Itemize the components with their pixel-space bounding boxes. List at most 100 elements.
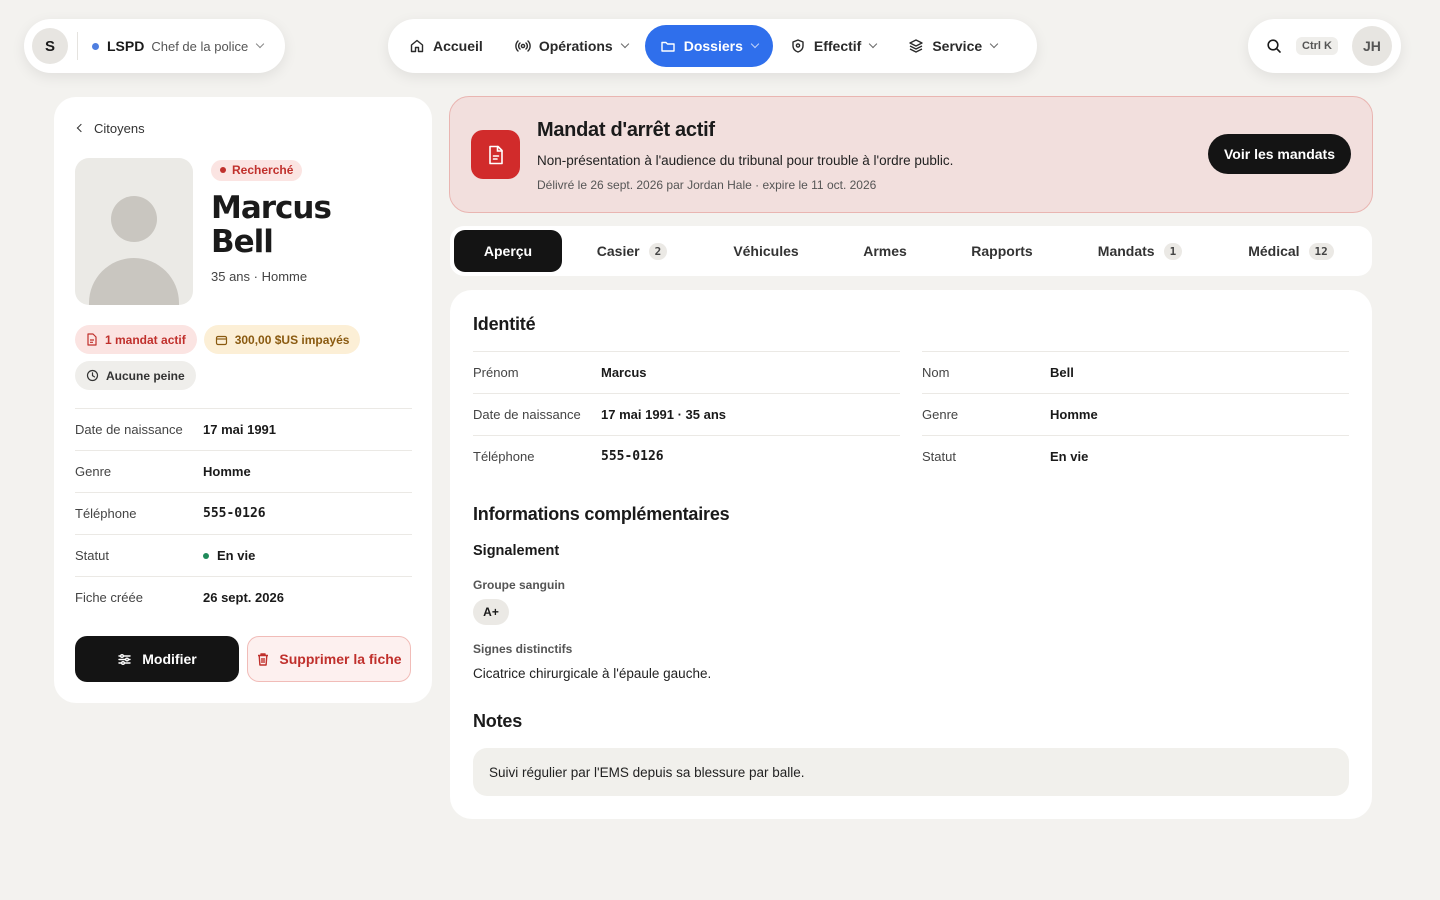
citizen-photo-placeholder — [75, 158, 193, 305]
tab-label: Mandats — [1097, 243, 1155, 259]
org-switcher[interactable]: S LSPD Chef de la police — [24, 19, 285, 73]
edit-button[interactable]: Modifier — [75, 636, 239, 682]
delete-record-button[interactable]: Supprimer la fiche — [247, 636, 411, 682]
silhouette-head — [111, 196, 157, 242]
divider — [77, 32, 78, 60]
warrant-document-icon — [471, 130, 520, 179]
citizen-tags: 1 mandat actif 300,00 $US impayés Aucune… — [75, 325, 415, 390]
identity-column-right: Nom Bell Genre Homme Statut En vie — [922, 351, 1349, 477]
identity-value: Homme — [1050, 407, 1098, 422]
tab-vehicules[interactable]: Véhicules — [702, 230, 830, 272]
org-name: LSPD — [107, 38, 145, 54]
fines-tag-label: 300,00 $US impayés — [234, 332, 350, 347]
fact-value: 555-0126 — [203, 506, 266, 521]
org-avatar: S — [32, 28, 68, 64]
fact-label: Téléphone — [75, 506, 137, 521]
tab-count: 2 — [648, 242, 668, 260]
clock-icon — [86, 369, 99, 382]
fact-value: 17 mai 1991 — [203, 422, 277, 437]
fact-value: 26 sept. 2026 — [203, 590, 284, 605]
nav-service[interactable]: Service — [893, 25, 1012, 67]
record-tabs: Aperçu Casier 2 Véhicules Armes Rapports… — [450, 226, 1372, 276]
identity-label: Date de naissance — [473, 407, 581, 422]
nav-service-label: Service — [932, 38, 983, 54]
identity-value: Bell — [1050, 365, 1074, 380]
identity-label: Statut — [922, 449, 956, 464]
identity-value: Marcus — [601, 365, 647, 380]
distinctive-marks-label: Signes distinctifs — [473, 642, 573, 656]
tab-casier[interactable]: Casier 2 — [562, 230, 702, 272]
warrant-tag[interactable]: 1 mandat actif — [75, 325, 197, 354]
alert-meta: Délivré le 26 sept. 2026 par Jordan Hale… — [537, 178, 877, 192]
nav-dossiers-label: Dossiers — [683, 38, 743, 54]
nav-operations[interactable]: Opérations — [500, 25, 643, 67]
status-badge: Recherché — [211, 160, 303, 181]
tab-medical[interactable]: Médical 12 — [1216, 230, 1366, 272]
nav-dossiers[interactable]: Dossiers — [644, 25, 773, 67]
tab-armes[interactable]: Armes — [830, 230, 940, 272]
fact-row: Genre Homme — [75, 450, 412, 492]
notes-title: Notes — [473, 711, 523, 731]
view-warrants-button[interactable]: Voir les mandats — [1207, 134, 1351, 174]
org-role: Chef de la police — [151, 38, 249, 54]
user-avatar[interactable]: JH — [1351, 26, 1392, 66]
sentence-tag: Aucune peine — [75, 361, 196, 390]
fines-tag[interactable]: 300,00 $US impayés — [203, 325, 361, 354]
identity-value: 17 mai 1991 · 35 ans — [601, 407, 727, 422]
fact-value: Homme — [203, 464, 251, 479]
tab-label: Casier — [596, 243, 640, 259]
citizen-facts: Date de naissance 17 mai 1991 Genre Homm… — [75, 408, 412, 618]
nav-accueil[interactable]: Accueil — [394, 25, 498, 67]
status-dot — [220, 167, 226, 173]
alert-title: Mandat d'arrêt actif — [537, 119, 715, 141]
tab-apercu[interactable]: Aperçu — [454, 230, 562, 272]
toolbar: Ctrl K JH — [1248, 19, 1401, 73]
silhouette-body — [89, 258, 179, 305]
identity-grid: Prénom Marcus Date de naissance 17 mai 1… — [473, 351, 1349, 477]
identity-label: Genre — [922, 407, 959, 422]
identity-column-left: Prénom Marcus Date de naissance 17 mai 1… — [473, 351, 900, 477]
sliders-icon — [118, 653, 131, 665]
home-icon — [410, 39, 424, 53]
citizen-last-name: Bell — [211, 224, 274, 260]
nav-operations-label: Opérations — [538, 38, 613, 54]
broadcast-icon — [515, 40, 531, 52]
tab-mandats[interactable]: Mandats 1 — [1064, 230, 1216, 272]
identity-title: Identité — [473, 314, 536, 334]
identity-row: Date de naissance 17 mai 1991 · 35 ans — [473, 393, 900, 435]
warrant-alert: Mandat d'arrêt actif Non-présentation à … — [449, 96, 1373, 213]
main-nav: Accueil Opérations Dossiers Effectif Ser… — [388, 19, 1037, 73]
document-icon — [87, 333, 97, 346]
fact-row: Statut En vie — [75, 534, 412, 576]
identity-label: Prénom — [473, 365, 519, 380]
trash-icon — [258, 652, 269, 666]
layers-icon — [909, 39, 924, 53]
tab-label: Aperçu — [483, 243, 533, 259]
citizen-subtitle: 35 ans · Homme — [211, 269, 308, 284]
chevron-down-icon — [989, 39, 999, 49]
back-link[interactable]: Citoyens — [75, 119, 411, 137]
folder-icon — [661, 41, 675, 52]
tab-label: Rapports — [971, 243, 1033, 259]
org-status-dot — [92, 42, 99, 50]
profile-actions: Modifier Supprimer la fiche — [75, 636, 411, 682]
search-shortcut: Ctrl K — [1296, 37, 1338, 55]
sentence-tag-label: Aucune peine — [106, 368, 185, 383]
alert-description: Non-présentation à l'audience du tribuna… — [537, 153, 954, 168]
nav-effectif-label: Effectif — [813, 38, 862, 54]
search-icon[interactable] — [1266, 38, 1282, 54]
citizen-name: Marcus Bell — [211, 190, 332, 260]
fact-value-status: En vie — [203, 548, 255, 563]
citizen-first-name: Marcus — [211, 190, 332, 226]
tab-label: Médical — [1248, 243, 1300, 259]
additional-info-title: Informations complémentaires — [473, 504, 730, 524]
fact-row: Date de naissance 17 mai 1991 — [75, 408, 412, 450]
nav-effectif[interactable]: Effectif — [775, 25, 891, 67]
blood-type-label: Groupe sanguin — [473, 578, 566, 592]
back-link-label: Citoyens — [94, 120, 145, 136]
fact-label: Date de naissance — [75, 422, 183, 437]
overview-panel: Identité Prénom Marcus Date de naissance… — [450, 290, 1372, 819]
identity-label: Téléphone — [473, 449, 535, 464]
tab-rapports[interactable]: Rapports — [940, 230, 1064, 272]
warrant-tag-label: 1 mandat actif — [105, 332, 186, 347]
